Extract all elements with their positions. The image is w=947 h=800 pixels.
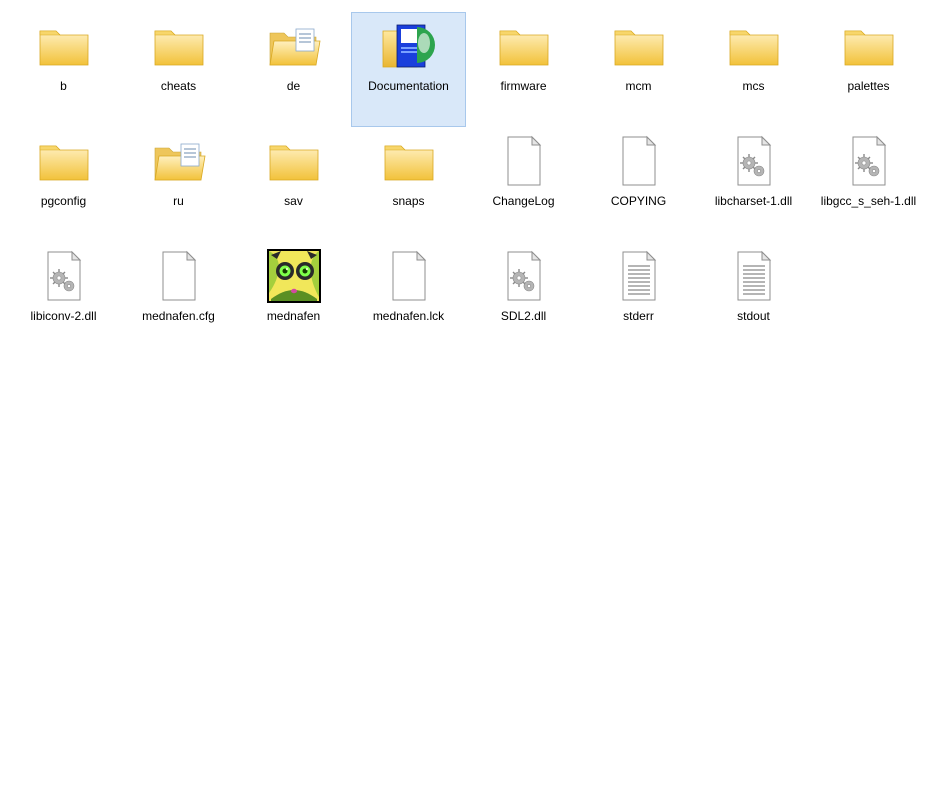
folder-icon	[149, 19, 209, 73]
file-label: firmware	[500, 79, 546, 94]
folder-open-icon	[264, 19, 324, 73]
file-item[interactable]: stdout	[696, 242, 811, 357]
file-item[interactable]: mednafen.lck	[351, 242, 466, 357]
file-item[interactable]: ru	[121, 127, 236, 242]
file-item[interactable]: mednafen	[236, 242, 351, 357]
file-dll-icon	[34, 249, 94, 303]
file-label: stderr	[623, 309, 654, 324]
file-label: COPYING	[611, 194, 666, 209]
file-blank-icon	[609, 134, 669, 188]
file-label: SDL2.dll	[501, 309, 546, 324]
file-item[interactable]: COPYING	[581, 127, 696, 242]
file-item[interactable]: Documentation	[351, 12, 466, 127]
file-label: mednafen.cfg	[142, 309, 215, 324]
file-label: stdout	[737, 309, 770, 324]
file-item[interactable]: libcharset-1.dll	[696, 127, 811, 242]
file-label: b	[60, 79, 67, 94]
folder-icon	[724, 19, 784, 73]
file-label: pgconfig	[41, 194, 86, 209]
file-item[interactable]: ChangeLog	[466, 127, 581, 242]
folder-documentation-icon	[379, 19, 439, 73]
file-item[interactable]: de	[236, 12, 351, 127]
folder-icon	[839, 19, 899, 73]
file-label: palettes	[847, 79, 889, 94]
file-item[interactable]: pgconfig	[6, 127, 121, 242]
folder-icon	[34, 19, 94, 73]
folder-icon	[34, 134, 94, 188]
file-label: Documentation	[368, 79, 449, 94]
file-item[interactable]: mcm	[581, 12, 696, 127]
mednafen-app-icon	[264, 249, 324, 303]
file-item[interactable]: libgcc_s_seh-1.dll	[811, 127, 926, 242]
file-blank-icon	[149, 249, 209, 303]
file-blank-icon	[494, 134, 554, 188]
file-grid: b cheats de Documentation firmware	[0, 0, 947, 369]
file-item[interactable]: firmware	[466, 12, 581, 127]
file-text-icon	[724, 249, 784, 303]
file-item[interactable]: cheats	[121, 12, 236, 127]
file-dll-icon	[724, 134, 784, 188]
folder-icon	[494, 19, 554, 73]
file-dll-icon	[839, 134, 899, 188]
file-label: mednafen.lck	[373, 309, 444, 324]
folder-icon	[379, 134, 439, 188]
file-item[interactable]: sav	[236, 127, 351, 242]
folder-icon	[609, 19, 669, 73]
folder-icon	[264, 134, 324, 188]
file-item[interactable]: stderr	[581, 242, 696, 357]
file-label: cheats	[161, 79, 196, 94]
file-item[interactable]: b	[6, 12, 121, 127]
file-label: snaps	[392, 194, 424, 209]
file-item[interactable]: libiconv-2.dll	[6, 242, 121, 357]
file-label: libcharset-1.dll	[715, 194, 792, 209]
file-text-icon	[609, 249, 669, 303]
file-label: sav	[284, 194, 303, 209]
file-label: mcm	[626, 79, 652, 94]
file-item[interactable]: palettes	[811, 12, 926, 127]
file-item[interactable]: SDL2.dll	[466, 242, 581, 357]
file-item[interactable]: mednafen.cfg	[121, 242, 236, 357]
file-dll-icon	[494, 249, 554, 303]
file-item[interactable]: snaps	[351, 127, 466, 242]
file-label: ChangeLog	[492, 194, 554, 209]
file-label: de	[287, 79, 300, 94]
file-label: libiconv-2.dll	[30, 309, 96, 324]
file-label: libgcc_s_seh-1.dll	[821, 194, 916, 209]
folder-open-icon	[149, 134, 209, 188]
file-label: mednafen	[267, 309, 320, 324]
file-blank-icon	[379, 249, 439, 303]
file-item[interactable]: mcs	[696, 12, 811, 127]
file-label: mcs	[743, 79, 765, 94]
file-label: ru	[173, 194, 184, 209]
